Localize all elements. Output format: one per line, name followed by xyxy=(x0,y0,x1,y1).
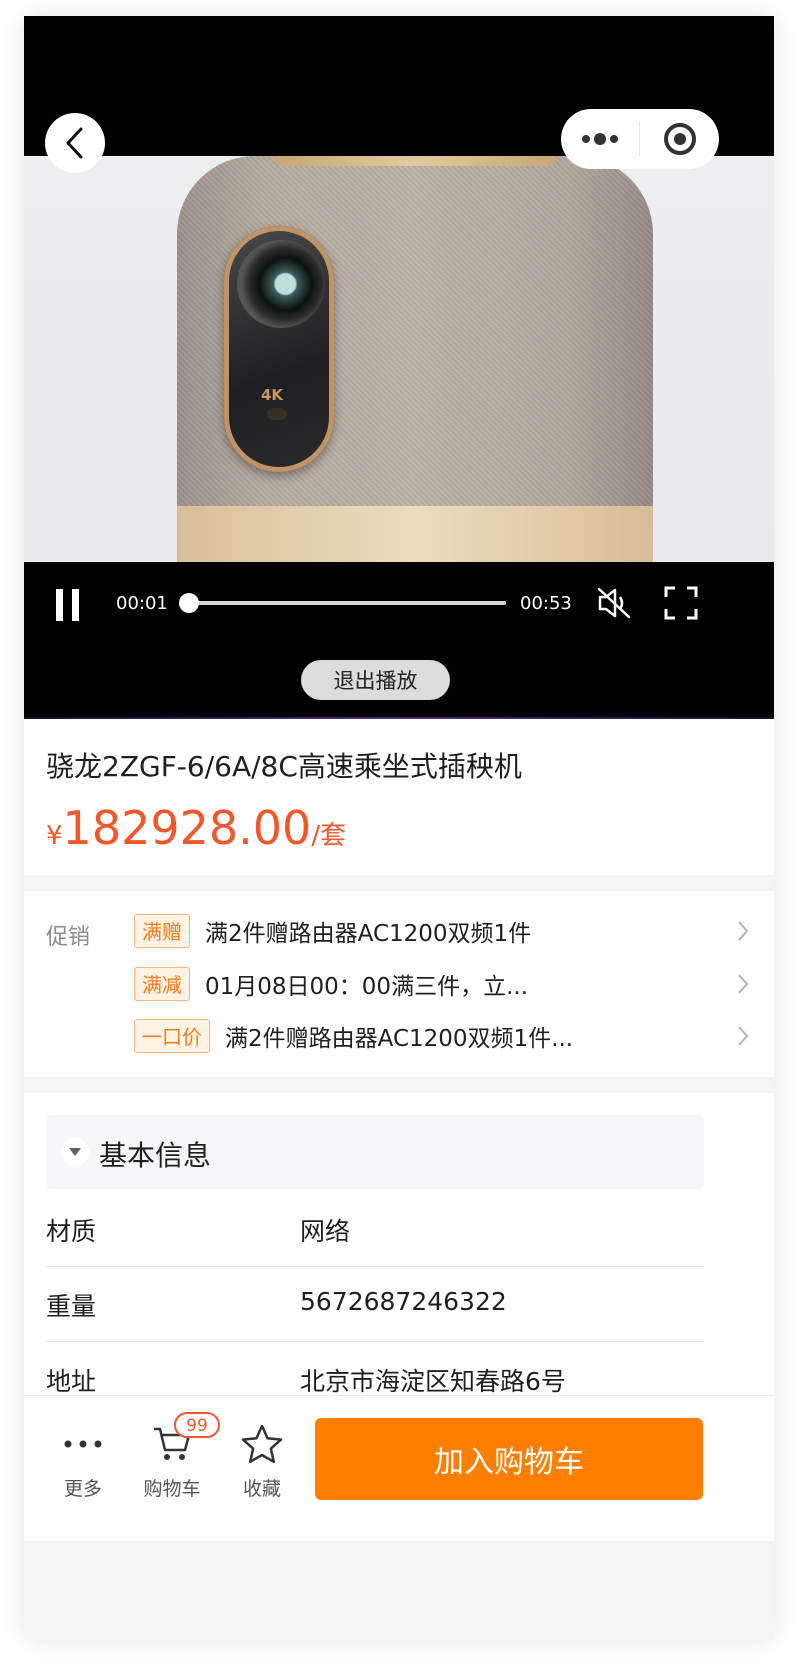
price-currency: ¥ xyxy=(46,821,63,851)
product-info: 骁龙2ZGF-6/6A/8C高速乘坐式插秧机 ¥182928.00/套 xyxy=(24,719,774,875)
info-value: 北京市海淀区知春路6号 xyxy=(300,1367,566,1396)
progress-knob[interactable] xyxy=(179,593,200,613)
promotion-text: 满2件赠路由器AC1200双频1件 xyxy=(205,921,532,947)
chevron-right-icon xyxy=(738,974,749,994)
phone-screen: 4K 00:01 00:53 退出播放 骁龙2ZGF-6/6A/8C高速乘坐式插… xyxy=(24,16,774,1640)
promotion-text: 满2件赠路由器AC1200双频1件... xyxy=(225,1026,574,1052)
promotion-row[interactable]: 满减 01月08日00：00满三件，立... xyxy=(134,966,754,1002)
more-dots-icon xyxy=(582,133,618,145)
promotion-section: 促销 满赠 满2件赠路由器AC1200双频1件 满减 01月08日00：00满三… xyxy=(24,891,774,1077)
favorite-button[interactable]: 收藏 xyxy=(222,1418,302,1501)
chevron-right-icon xyxy=(738,1026,749,1046)
promotion-text: 01月08日00：00满三件，立... xyxy=(205,974,528,1000)
target-icon xyxy=(663,123,696,155)
promotion-label: 促销 xyxy=(46,925,91,950)
mute-button[interactable] xyxy=(596,586,632,624)
more-button[interactable]: 更多 xyxy=(43,1418,123,1501)
favorite-label: 收藏 xyxy=(242,1478,281,1500)
capsule-close-button[interactable] xyxy=(640,121,719,157)
more-label: 更多 xyxy=(63,1478,102,1500)
progress-track[interactable] xyxy=(179,593,506,613)
promotion-row[interactable]: 满赠 满2件赠路由器AC1200双频1件 xyxy=(134,913,754,949)
projector-lens xyxy=(237,240,325,328)
fullscreen-icon xyxy=(664,586,698,620)
pause-button[interactable] xyxy=(54,589,82,625)
bottom-action-bar: 更多 99 购物车 收藏 加入购物车 xyxy=(24,1395,774,1541)
info-key: 地址 xyxy=(46,1367,97,1396)
fullscreen-button[interactable] xyxy=(664,586,698,624)
projector-4k-badge: 4K xyxy=(261,386,284,404)
info-row: 材质 网络 xyxy=(46,1192,704,1267)
duration: 00:53 xyxy=(520,593,572,614)
info-key: 材质 xyxy=(46,1217,97,1246)
caret-down-icon xyxy=(69,1148,81,1156)
product-price: ¥182928.00/套 xyxy=(46,801,346,855)
cart-button[interactable]: 99 购物车 xyxy=(132,1412,220,1501)
price-unit: /套 xyxy=(311,821,347,851)
chevron-right-icon xyxy=(738,921,749,941)
miniprogram-capsule xyxy=(561,109,719,169)
current-time: 00:01 xyxy=(116,593,168,614)
back-icon xyxy=(66,127,83,159)
mute-icon xyxy=(597,587,631,619)
promotion-tag: 一口价 xyxy=(134,1019,210,1053)
price-value: 182928.00 xyxy=(62,801,312,855)
basic-info-title: 基本信息 xyxy=(99,1139,212,1172)
exit-play-button[interactable]: 退出播放 xyxy=(301,660,450,700)
pause-icon xyxy=(56,589,79,621)
projector-cap xyxy=(274,156,556,166)
basic-info-header[interactable]: 基本信息 xyxy=(46,1115,704,1189)
projector-sensor xyxy=(267,408,287,420)
promotion-tag: 满减 xyxy=(134,967,190,1001)
projector-base xyxy=(177,506,653,562)
back-button[interactable] xyxy=(45,113,105,173)
product-title: 骁龙2ZGF-6/6A/8C高速乘坐式插秧机 xyxy=(46,750,522,783)
collapse-toggle[interactable] xyxy=(61,1138,89,1166)
info-key: 重量 xyxy=(46,1292,97,1321)
video-controls: 00:01 00:53 xyxy=(24,576,774,632)
cart-count-badge: 99 xyxy=(174,1412,220,1438)
cart-label: 购物车 xyxy=(143,1478,201,1500)
info-row: 重量 5672687246322 xyxy=(46,1267,704,1342)
info-value: 网络 xyxy=(300,1217,351,1246)
capsule-more-button[interactable] xyxy=(561,132,639,146)
info-value: 5672687246322 xyxy=(300,1287,507,1316)
promotion-tag: 满赠 xyxy=(134,914,190,948)
star-icon xyxy=(241,1424,283,1464)
more-dots-icon xyxy=(64,1440,102,1448)
promotion-row[interactable]: 一口价 满2件赠路由器AC1200双频1件... xyxy=(134,1018,754,1054)
video-frame: 4K xyxy=(24,156,774,562)
video-player[interactable]: 4K 00:01 00:53 退出播放 xyxy=(24,16,774,765)
add-to-cart-button[interactable]: 加入购物车 xyxy=(315,1418,703,1500)
